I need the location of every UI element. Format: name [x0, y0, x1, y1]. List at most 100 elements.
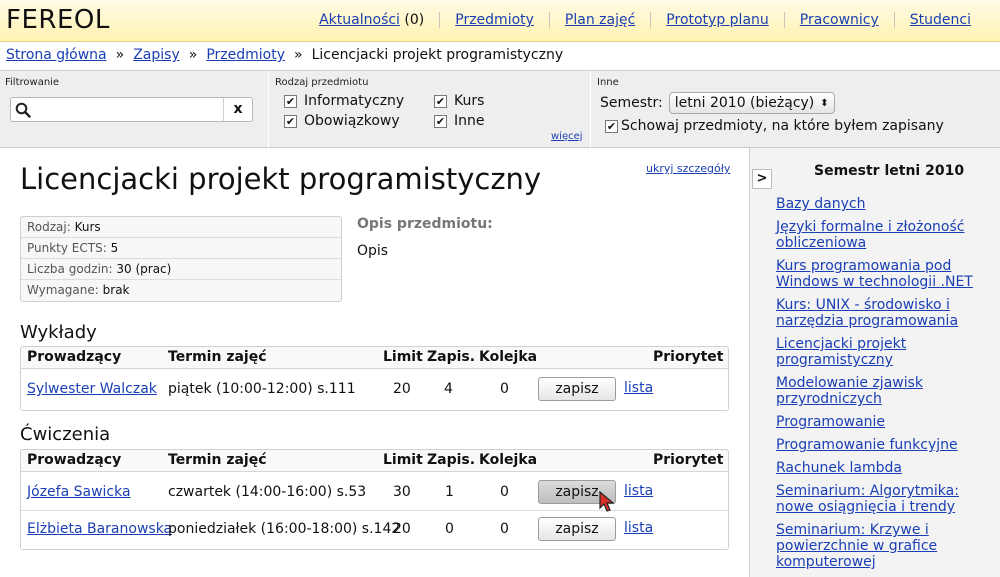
- header-teacher: Prowadzący: [27, 452, 122, 468]
- nav-schedule-link[interactable]: Plan zajęć: [565, 12, 635, 28]
- search-input[interactable]: [37, 101, 232, 118]
- filter-other-title: Inne: [597, 77, 619, 88]
- select-arrows-icon: ⬍: [820, 97, 829, 109]
- filter-other-checkbox[interactable]: ✔ Inne: [434, 113, 485, 129]
- filter-mandatory-label: Obowiązkowy: [304, 113, 400, 129]
- more-filters-link[interactable]: więcej: [551, 131, 583, 142]
- exercises-heading: Ćwiczenia: [20, 424, 111, 445]
- top-header: FEREOL Aktualności (0) Przedmioty Plan z…: [0, 0, 1000, 42]
- filter-informatics-label: Informatyczny: [304, 93, 405, 109]
- header-priority: Priorytet: [653, 349, 724, 365]
- sidebar-course-link[interactable]: Kurs: UNIX - środowisko i narzędzia prog…: [776, 297, 958, 329]
- description-text: Opis: [357, 243, 389, 259]
- nav-employees-link[interactable]: Pracownicy: [800, 12, 879, 28]
- hide-details-link[interactable]: ukryj szczegóły: [646, 162, 730, 175]
- semester-select[interactable]: letni 2010 (bieżący) ⬍: [668, 92, 835, 114]
- sidebar-course-link[interactable]: Rachunek lambda: [776, 460, 902, 476]
- enrolled-cell: 1: [445, 484, 454, 500]
- checkbox-checked-icon: ✔: [434, 114, 447, 128]
- info-key: Rodzaj:: [27, 220, 71, 234]
- list-link[interactable]: lista: [624, 380, 653, 396]
- sidebar-course-link[interactable]: Licencjacki projekt programistyczny: [776, 336, 906, 368]
- term-cell: piątek (10:00-12:00) s.111: [168, 381, 356, 397]
- sidebar-course-link[interactable]: Seminarium: Krzywe i powierzchnie w graf…: [776, 522, 937, 570]
- list-item: Seminarium: Algorytmika: nowe osiągnięci…: [776, 483, 991, 515]
- breadcrumb-separator: »: [293, 47, 303, 63]
- search-box: x: [10, 97, 253, 122]
- clear-search-button[interactable]: x: [223, 98, 252, 121]
- header-queue: Kolejka: [479, 452, 538, 468]
- sidebar-course-link[interactable]: Seminarium: Algorytmika: nowe osiągnięci…: [776, 483, 959, 515]
- list-link[interactable]: lista: [624, 520, 653, 536]
- filter-course-checkbox[interactable]: ✔ Kurs: [434, 93, 484, 109]
- teacher-link[interactable]: Sylwester Walczak: [27, 381, 157, 397]
- queue-cell: 0: [500, 521, 509, 537]
- sidebar-toggle-button[interactable]: >: [752, 169, 772, 189]
- sidebar-course-link[interactable]: Modelowanie zjawisk przyrodniczych: [776, 375, 923, 407]
- list-item: Rachunek lambda: [776, 460, 991, 476]
- sidebar-course-link[interactable]: Programowanie funkcyjne: [776, 437, 958, 453]
- checkbox-checked-icon: ✔: [284, 114, 297, 128]
- term-cell: czwartek (14:00-16:00) s.53: [168, 484, 367, 500]
- list-item: Bazy danych: [776, 196, 991, 212]
- list-item: Kurs programowania pod Windows w technol…: [776, 258, 991, 290]
- filter-mandatory-checkbox[interactable]: ✔ Obowiązkowy: [284, 113, 400, 129]
- list-link[interactable]: lista: [624, 483, 653, 499]
- limit-cell: 20: [393, 381, 411, 397]
- breadcrumb-courses[interactable]: Przedmioty: [206, 47, 285, 63]
- filter-type-panel: Rodzaj przedmiotu: [268, 71, 590, 149]
- breadcrumb-home[interactable]: Strona główna: [6, 47, 107, 63]
- sidebar-course-link[interactable]: Kurs programowania pod Windows w technol…: [776, 258, 973, 290]
- app-logo[interactable]: FEREOL: [6, 5, 110, 35]
- enrolled-cell: 0: [445, 521, 454, 537]
- term-cell: poniedziałek (16:00-18:00) s.142: [168, 521, 401, 537]
- table-row: Józefa Sawicka czwartek (14:00-16:00) s.…: [21, 472, 728, 511]
- table-header: Prowadzący Termin zajęć Limit Zapis. Kol…: [21, 347, 728, 369]
- search-icon: [15, 102, 31, 118]
- top-navigation: Aktualności (0) Przedmioty Plan zajęć Pr…: [304, 12, 986, 28]
- breadcrumb-current: Licencjacki projekt programistyczny: [311, 47, 564, 63]
- enroll-button[interactable]: zapisz: [538, 377, 616, 401]
- semester-row: Semestr: letni 2010 (bieżący) ⬍: [600, 92, 835, 114]
- list-item: Programowanie funkcyjne: [776, 437, 991, 453]
- limit-cell: 30: [393, 484, 411, 500]
- description-title: Opis przedmiotu:: [357, 216, 493, 232]
- hide-enrolled-checkbox[interactable]: ✔ Schowaj przedmioty, na które byłem zapi…: [605, 118, 944, 134]
- nav-prototype-link[interactable]: Prototyp planu: [666, 12, 768, 28]
- info-row: Rodzaj: Kurs: [21, 217, 341, 238]
- info-key: Wymagane:: [27, 283, 99, 297]
- semester-select-value: letni 2010 (bieżący): [674, 95, 815, 111]
- semester-sidebar: > Semestr letni 2010 Bazy danych Języki …: [749, 148, 1000, 577]
- info-row: Punkty ECTS: 5: [21, 238, 341, 259]
- info-row: Wymagane: brak: [21, 280, 341, 301]
- sidebar-course-link[interactable]: Programowanie: [776, 414, 885, 430]
- page-title: Licencjacki projekt programistyczny: [20, 162, 542, 196]
- checkbox-checked-icon: ✔: [434, 94, 447, 108]
- header-teacher: Prowadzący: [27, 349, 122, 365]
- header-enrolled: Zapis.: [427, 349, 476, 365]
- hide-enrolled-label: Schowaj przedmioty, na które byłem zapis…: [621, 118, 944, 134]
- header-limit: Limit: [383, 452, 423, 468]
- list-item: Kurs: UNIX - środowisko i narzędzia prog…: [776, 297, 991, 329]
- filter-course-label: Kurs: [454, 93, 485, 109]
- table-header: Prowadzący Termin zajęć Limit Zapis. Kol…: [21, 450, 728, 472]
- table-row: Sylwester Walczak piątek (10:00-12:00) s…: [21, 369, 728, 410]
- info-key: Liczba godzin:: [27, 262, 113, 276]
- info-value: brak: [102, 283, 130, 297]
- list-item: Języki formalne i złożoność obliczeniowa: [776, 219, 991, 251]
- breadcrumb: Strona główna » Zapisy » Przedmioty » Licencja…: [0, 42, 1000, 70]
- breadcrumb-enrollment[interactable]: Zapisy: [133, 47, 180, 63]
- nav-courses-link[interactable]: Przedmioty: [455, 12, 534, 28]
- limit-cell: 20: [393, 521, 411, 537]
- enroll-button[interactable]: zapisz: [538, 517, 616, 541]
- mouse-pointer-icon: [599, 491, 615, 512]
- filter-informatics-checkbox[interactable]: ✔ Informatyczny: [284, 93, 404, 109]
- sidebar-course-link[interactable]: Języki formalne i złożoność obliczeniowa: [776, 219, 964, 251]
- teacher-link[interactable]: Józefa Sawicka: [27, 484, 131, 500]
- nav-students-link[interactable]: Studenci: [910, 12, 971, 28]
- nav-news-link[interactable]: Aktualności: [319, 12, 400, 28]
- sidebar-course-link[interactable]: Bazy danych: [776, 196, 865, 212]
- table-row: Elżbieta Baranowska poniedziałek (16:00-…: [21, 511, 728, 549]
- checkbox-checked-icon: ✔: [605, 119, 618, 133]
- teacher-link[interactable]: Elżbieta Baranowska: [27, 521, 172, 537]
